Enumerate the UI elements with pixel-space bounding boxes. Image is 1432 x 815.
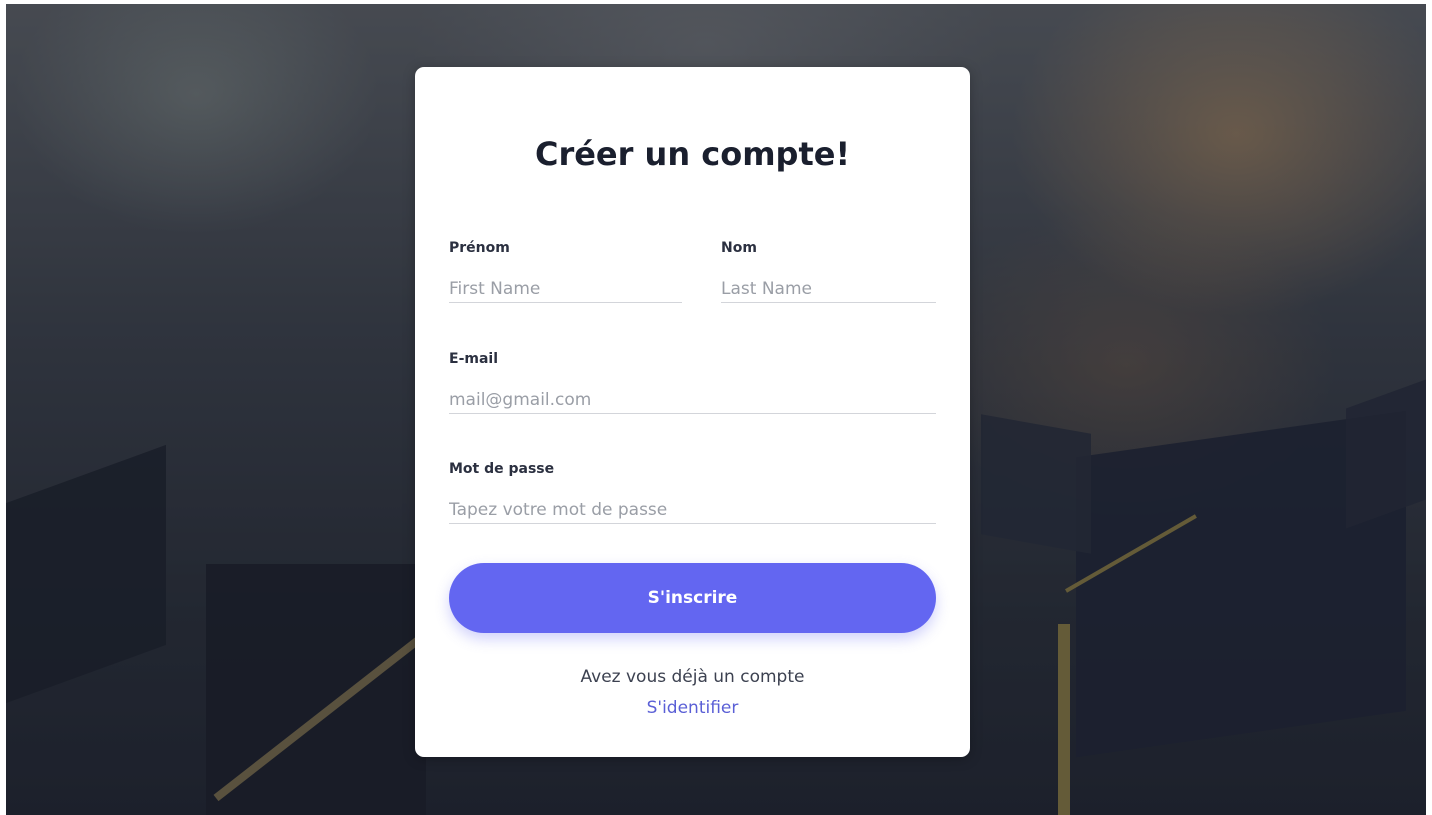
password-input[interactable]: [449, 496, 936, 524]
signup-button[interactable]: S'inscrire: [449, 563, 936, 633]
last-name-label: Nom: [721, 240, 757, 256]
email-group: E-mail: [449, 350, 936, 414]
page-title: Créer un compte!: [534, 135, 851, 173]
first-name-group: Prénom: [449, 239, 682, 303]
signup-card: Créer un compte! Prénom Nom E-mail Mot d…: [415, 67, 970, 757]
login-prompt: Avez vous déjà un compte: [580, 667, 805, 687]
password-group: Mot de passe: [449, 460, 936, 524]
first-name-input[interactable]: [449, 275, 682, 303]
email-label: E-mail: [449, 351, 499, 367]
login-link-wrapper: S'identifier: [415, 698, 970, 718]
login-link[interactable]: S'identifier: [647, 698, 739, 718]
first-name-label: Prénom: [449, 240, 510, 256]
last-name-input[interactable]: [721, 275, 936, 303]
page: Créer un compte! Prénom Nom E-mail Mot d…: [0, 0, 1432, 815]
last-name-group: Nom: [721, 239, 936, 303]
password-label: Mot de passe: [449, 461, 555, 477]
email-input[interactable]: [449, 386, 936, 414]
